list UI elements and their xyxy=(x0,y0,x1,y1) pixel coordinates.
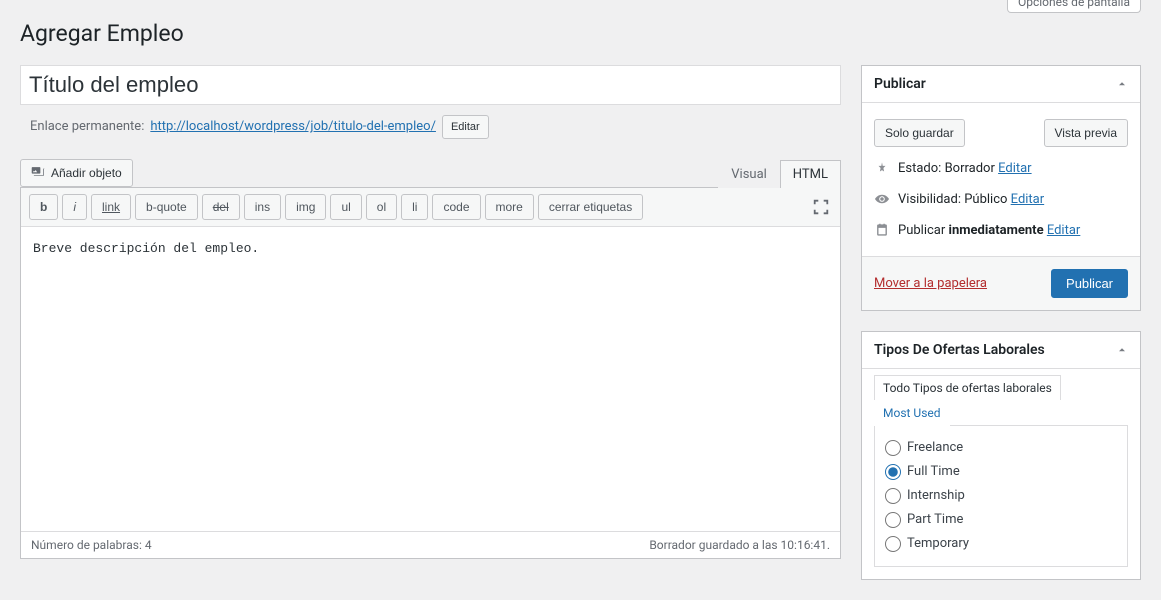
toggle-publish-icon[interactable] xyxy=(1116,78,1128,90)
edit-status-link[interactable]: Editar xyxy=(998,161,1032,176)
jobtype-option[interactable]: Freelance xyxy=(885,436,1117,460)
save-draft-button[interactable]: Solo guardar xyxy=(874,119,965,147)
word-count: Número de palabras: 4 xyxy=(31,538,152,552)
qt-bquote-button[interactable]: b-quote xyxy=(135,194,198,220)
autosave-status: Borrador guardado a las 10:16:41. xyxy=(649,538,830,552)
edit-schedule-link[interactable]: Editar xyxy=(1047,223,1081,238)
calendar-icon xyxy=(874,223,890,237)
qt-link-button[interactable]: link xyxy=(91,194,131,220)
qt-code-button[interactable]: code xyxy=(432,194,480,220)
tab-html[interactable]: HTML xyxy=(780,160,841,188)
jobtype-radio[interactable] xyxy=(885,488,901,504)
schedule-value: inmediatamente xyxy=(949,223,1044,238)
qt-img-button[interactable]: img xyxy=(285,194,326,220)
status-label: Estado: xyxy=(898,161,941,176)
publish-button[interactable]: Publicar xyxy=(1051,269,1128,298)
qt-li-button[interactable]: li xyxy=(401,194,428,220)
content-editor[interactable]: Breve descripción del empleo. xyxy=(21,227,840,527)
edit-visibility-link[interactable]: Editar xyxy=(1011,192,1045,207)
jobtype-radio[interactable] xyxy=(885,440,901,456)
jobtype-option[interactable]: Internship xyxy=(885,484,1117,508)
jobtype-label: Part Time xyxy=(907,512,963,527)
qt-del-button[interactable]: del xyxy=(202,194,240,220)
qt-ol-button[interactable]: ol xyxy=(366,194,397,220)
edit-permalink-button[interactable]: Editar xyxy=(442,115,489,139)
permalink-url[interactable]: http://localhost/wordpress/job/titulo-de… xyxy=(150,119,436,134)
visibility-label: Visibilidad: xyxy=(898,192,961,207)
qt-close-tags-button[interactable]: cerrar etiquetas xyxy=(538,194,643,220)
qt-ins-button[interactable]: ins xyxy=(244,194,281,220)
pin-icon xyxy=(874,161,890,175)
jobtype-label: Full Time xyxy=(907,464,960,479)
jobtype-label: Temporary xyxy=(907,536,969,551)
publish-box-title: Publicar xyxy=(874,76,926,92)
status-value: Borrador xyxy=(945,161,995,176)
permalink-label: Enlace permanente: xyxy=(30,119,144,134)
schedule-label: Publicar xyxy=(898,223,945,238)
move-to-trash-link[interactable]: Mover a la papelera xyxy=(874,276,987,291)
qt-bold-button[interactable]: b xyxy=(29,194,58,220)
add-media-button[interactable]: Añadir objeto xyxy=(20,159,133,187)
visibility-icon xyxy=(874,192,890,206)
media-icon xyxy=(31,165,47,181)
jobtype-radio[interactable] xyxy=(885,512,901,528)
jobtypes-box-title: Tipos De Ofertas Laborales xyxy=(874,342,1045,358)
jobtype-option[interactable]: Temporary xyxy=(885,532,1117,556)
screen-options-tab[interactable]: Opciones de pantalla xyxy=(1007,0,1141,13)
toggle-jobtypes-icon[interactable] xyxy=(1116,344,1128,356)
qt-more-button[interactable]: more xyxy=(485,194,534,220)
jobtype-option[interactable]: Full Time xyxy=(885,460,1117,484)
fullscreen-icon[interactable] xyxy=(812,198,830,216)
qt-ul-button[interactable]: ul xyxy=(330,194,361,220)
tab-most-used[interactable]: Most Used xyxy=(874,400,950,426)
job-title-input[interactable] xyxy=(20,65,841,105)
page-title: Agregar Empleo xyxy=(20,10,1141,53)
visibility-value: Público xyxy=(964,192,1007,207)
jobtype-label: Internship xyxy=(907,488,965,503)
jobtype-radio[interactable] xyxy=(885,464,901,480)
qt-italic-button[interactable]: i xyxy=(62,194,87,220)
jobtype-label: Freelance xyxy=(907,440,963,455)
jobtype-radio[interactable] xyxy=(885,536,901,552)
preview-button[interactable]: Vista previa xyxy=(1044,119,1128,147)
add-media-label: Añadir objeto xyxy=(51,166,122,180)
tab-all-jobtypes[interactable]: Todo Tipos de ofertas laborales xyxy=(874,375,1061,400)
tab-visual[interactable]: Visual xyxy=(718,160,780,188)
jobtype-option[interactable]: Part Time xyxy=(885,508,1117,532)
